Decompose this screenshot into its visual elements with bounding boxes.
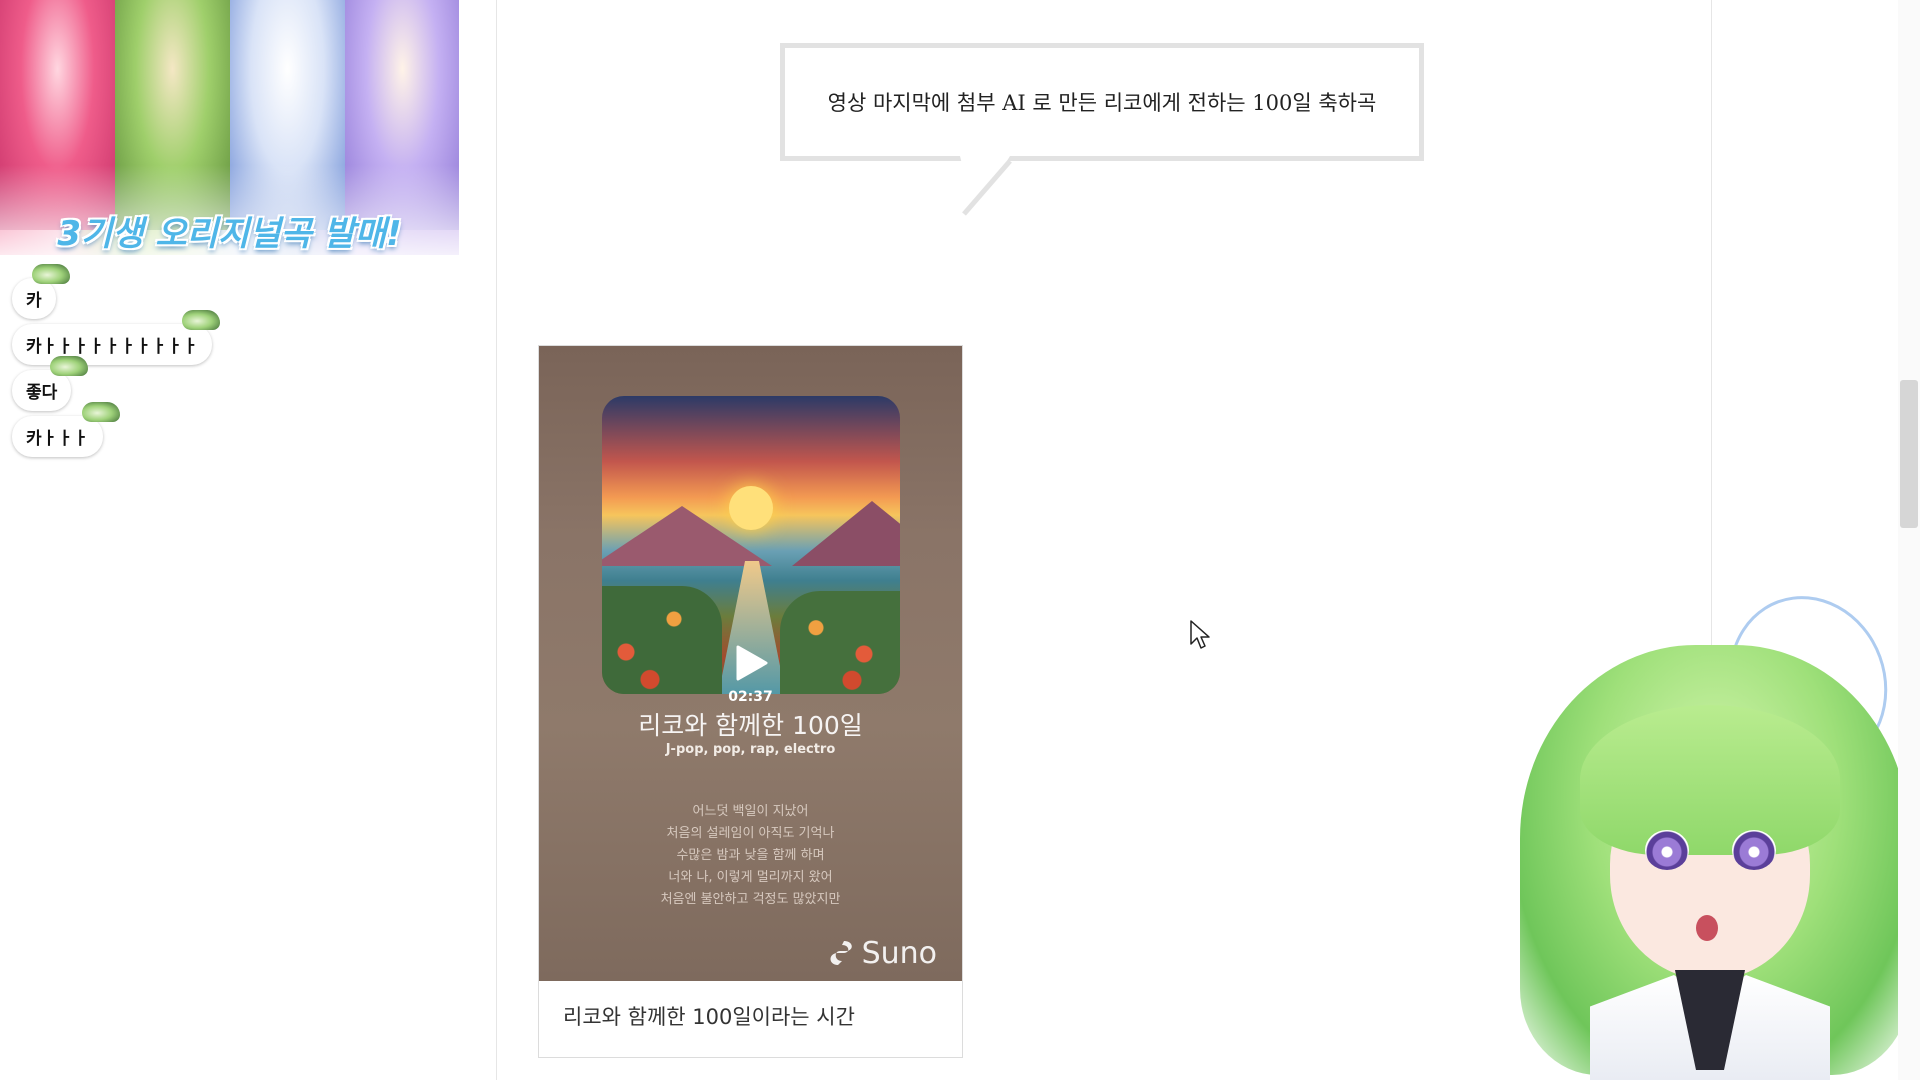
mountain-shape	[792, 501, 900, 566]
suno-brand: Suno	[861, 935, 937, 971]
chat-bubble: 카ㅏㅏㅏㅏㅏㅏㅏㅏㅏㅏ	[12, 324, 213, 365]
song-genre: J-pop, pop, rap, electro	[665, 742, 836, 757]
speech-box: 영상 마지막에 첨부 AI 로 만든 리코에게 전하는 100일 축하곡	[780, 43, 1424, 161]
banner-text: 3기생 오리지널곡 발매!	[57, 214, 402, 254]
avatar-eye	[1732, 830, 1776, 870]
avatar-eye	[1645, 830, 1689, 870]
chat-bubble: 좋다	[12, 370, 72, 411]
chat-message: 카ㅏㅏㅏㅏㅏㅏㅏㅏㅏㅏ	[12, 310, 220, 365]
video-card[interactable]: 02:37 리코와 함께한 100일 J-pop, pop, rap, elec…	[538, 345, 963, 1058]
chat-avatar-icon	[50, 356, 88, 376]
chat-avatar-icon	[32, 264, 70, 284]
lyric-line: 처음엔 불안하고 걱정도 많았지만	[660, 892, 841, 907]
mountain-shape	[602, 506, 772, 566]
mouse-cursor-icon	[1190, 620, 1210, 649]
scrollbar-thumb[interactable]	[1900, 380, 1918, 528]
lyric-line: 처음의 설레임이 아직도 기억나	[666, 826, 835, 841]
flowers-shape	[602, 586, 722, 694]
video-thumbnail[interactable]: 02:37 리코와 함께한 100일 J-pop, pop, rap, elec…	[539, 346, 962, 981]
lyrics-block: 어느덧 백일이 지났어 처음의 설레임이 아직도 기억나 수많은 밤과 낮을 함…	[539, 801, 962, 911]
flowers-shape	[780, 591, 900, 694]
speech-text: 영상 마지막에 첨부 AI 로 만든 리코에게 전하는 100일 축하곡	[827, 91, 1377, 115]
chat-message: 카ㅏㅏㅏ	[12, 402, 120, 457]
lyric-line: 너와 나, 이렇게 멀리까지 왔어	[668, 870, 833, 885]
chat-avatar-icon	[182, 310, 220, 330]
suno-icon	[830, 941, 852, 965]
song-title: 리코와 함께한 100일	[638, 711, 863, 740]
stream-banner: 3기생 오리지널곡 발매!	[0, 0, 459, 255]
chat-bubble: 카ㅏㅏㅏ	[12, 416, 103, 457]
chat-avatar-icon	[82, 402, 120, 422]
content-left-border	[496, 0, 497, 1080]
chat-message: 좋다	[12, 356, 88, 411]
speech-tail-icon	[960, 156, 1012, 216]
vtuber-avatar	[1500, 573, 1920, 1080]
video-caption[interactable]: 리코와 함께한 100일이라는 시간	[563, 1001, 855, 1031]
lyric-line: 어느덧 백일이 지났어	[692, 804, 809, 819]
suno-logo: Suno	[828, 933, 937, 973]
chat-message: 카	[12, 264, 70, 319]
avatar-bangs	[1580, 705, 1840, 855]
lyric-line: 수많은 밤과 낮을 함께 하며	[676, 848, 825, 863]
avatar-mouth	[1696, 915, 1718, 941]
play-icon[interactable]	[732, 643, 770, 683]
chat-bubble: 카	[12, 278, 56, 319]
scrollbar-track[interactable]	[1898, 0, 1920, 1080]
video-duration: 02:37	[728, 689, 773, 705]
